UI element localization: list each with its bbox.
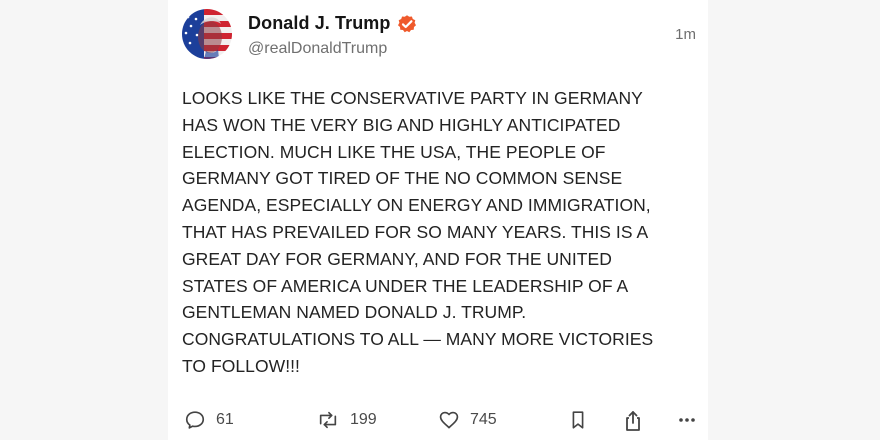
post-text: LOOKS LIKE THE CONSERVATIVE PARTY IN GER…	[182, 88, 654, 376]
bookmark-button[interactable]	[568, 409, 588, 431]
more-dots-icon	[676, 409, 698, 431]
verified-badge-icon	[397, 14, 417, 34]
author-name[interactable]: Donald J. Trump	[248, 13, 391, 34]
post-timestamp: 1m	[675, 26, 696, 43]
reply-button[interactable]: 61	[184, 409, 234, 431]
post-actions: 61 199 745	[184, 409, 704, 437]
restate-count: 199	[350, 411, 377, 428]
more-options-button[interactable]	[676, 409, 698, 431]
flag-portrait-avatar	[182, 9, 232, 59]
post-card: Donald J. Trump @realDonaldTrump 1m LOOK…	[168, 0, 708, 440]
speech-bubble-icon	[184, 409, 206, 431]
heart-icon	[438, 409, 460, 431]
like-count: 745	[470, 411, 497, 428]
restate-button[interactable]: 199	[316, 409, 377, 431]
avatar[interactable]	[182, 9, 232, 59]
repost-arrows-icon	[316, 409, 340, 431]
bookmark-icon	[568, 409, 588, 431]
share-button[interactable]	[622, 409, 644, 433]
author-handle[interactable]: @realDonaldTrump	[248, 40, 387, 58]
share-icon	[622, 409, 644, 433]
reply-count: 61	[216, 411, 234, 428]
author-row: Donald J. Trump	[248, 13, 417, 34]
like-button[interactable]: 745	[438, 409, 497, 431]
